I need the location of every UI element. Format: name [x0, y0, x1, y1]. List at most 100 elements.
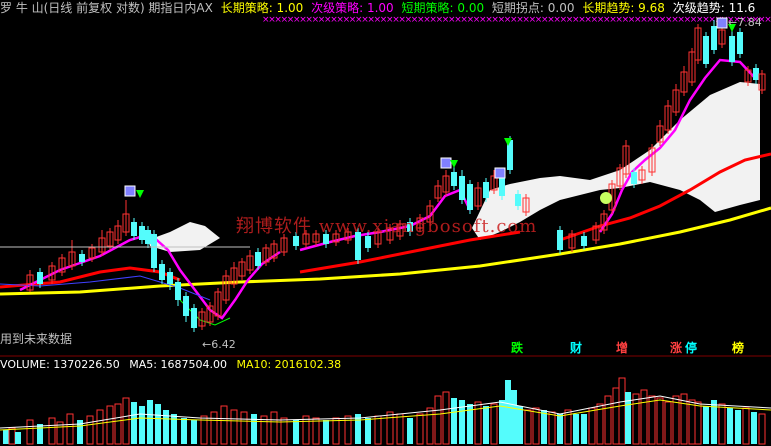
- volume-bar: [240, 411, 248, 445]
- volume-bar: [3, 430, 9, 444]
- candle-body: [737, 32, 743, 54]
- volume-bar: [86, 415, 94, 445]
- tag-rise[interactable]: 涨: [668, 340, 684, 356]
- volume-bar: [293, 420, 299, 444]
- candle-body: [159, 264, 165, 280]
- candle-body: [515, 194, 521, 206]
- candle-body: [703, 36, 709, 64]
- volume-bar: [517, 406, 523, 444]
- volume-bar: [147, 400, 153, 444]
- volume-bar: [604, 395, 612, 445]
- candle-body: [483, 182, 489, 198]
- volume-bar: [524, 409, 532, 445]
- volume-bar: [106, 405, 114, 445]
- volume-bar: [122, 397, 130, 445]
- volume-bar: [365, 418, 371, 444]
- candle-body: [557, 230, 563, 250]
- volume-bar: [48, 417, 56, 445]
- stock-chart-window: 罗 牛 山(日线 前复权 对数) 期指日内AX 长期策略: 1.00 次级策略:…: [0, 0, 771, 446]
- tag-increase[interactable]: 增: [614, 340, 630, 356]
- volume-bar: [374, 415, 382, 445]
- volume-bar: [588, 407, 596, 445]
- volume-bar: [270, 411, 278, 445]
- candle-body: [175, 282, 181, 300]
- volume-bar: [155, 404, 161, 444]
- volume-bar: [511, 390, 517, 444]
- volume-bar: [532, 407, 540, 445]
- volume-bar: [312, 417, 320, 445]
- volume-header: VOLUME: 1370226.50 MA5: 1687504.00 MA10:…: [0, 358, 347, 372]
- volume-bar: [131, 402, 137, 444]
- volume-bar: [15, 432, 21, 444]
- candle-body: [167, 272, 173, 284]
- volume-bar: [541, 410, 547, 444]
- watermark-text: 翔博软件 www.xiangbosoft.com: [236, 216, 538, 237]
- volume-bar: [688, 399, 696, 445]
- volume-bar: [181, 418, 187, 444]
- volume-bar: [332, 417, 340, 445]
- volume-bar: [114, 403, 122, 445]
- volume-bar: [548, 411, 556, 445]
- volume-bar: [426, 407, 434, 445]
- volume-bar: [648, 395, 656, 445]
- shield-icon: [440, 157, 452, 169]
- volume-bar: [8, 427, 16, 445]
- volume-bar: [664, 401, 672, 445]
- candle-body: [753, 68, 759, 80]
- candle-body: [183, 296, 189, 316]
- volume-bar: [96, 409, 104, 445]
- candle-body: [581, 236, 587, 246]
- volume-bar: [573, 414, 579, 444]
- volume-bar: [302, 415, 310, 445]
- shield-icon: [494, 167, 506, 179]
- candle-body: [131, 222, 137, 236]
- tag-list[interactable]: 榜: [730, 340, 746, 356]
- volume-bar: [742, 407, 750, 445]
- tag-finance[interactable]: 财: [568, 340, 584, 356]
- volume-bar: [581, 414, 587, 444]
- candle-body: [711, 26, 717, 50]
- candle-body: [145, 230, 151, 244]
- volume-bar: [230, 409, 238, 445]
- volume-value: VOLUME: 1370226.50: [0, 358, 120, 371]
- volume-bar: [758, 413, 766, 445]
- tag-fall[interactable]: 跌: [509, 340, 525, 356]
- shield-icon: [124, 185, 136, 197]
- volume-bar: [735, 410, 741, 444]
- volume-bar: [718, 403, 726, 445]
- candle-body: [79, 254, 85, 262]
- volume-bar: [618, 377, 626, 445]
- volume-ma10: MA10: 2016102.38: [236, 358, 342, 371]
- tag-limit[interactable]: 停: [683, 340, 699, 356]
- volume-bar: [505, 380, 511, 444]
- volume-bar: [703, 406, 709, 444]
- volume-bar: [451, 398, 457, 444]
- volume-bar: [434, 395, 442, 445]
- volume-bar: [210, 411, 218, 445]
- apple-icon: [600, 192, 612, 204]
- volume-bar: [407, 418, 413, 444]
- high-price-value: 7.84: [737, 16, 762, 29]
- candle-body: [631, 172, 637, 184]
- low-price-label: ←6.42: [202, 338, 236, 351]
- volume-bar: [557, 414, 563, 444]
- moving-average-lines: [0, 58, 771, 326]
- volume-bar: [727, 408, 733, 444]
- volume-bar: [656, 397, 664, 445]
- volume-bar: [191, 420, 197, 444]
- volume-bar: [26, 419, 34, 445]
- volume-bar: [220, 405, 228, 445]
- volume-bar: [37, 424, 43, 444]
- shield-icon: [716, 17, 728, 29]
- candle-body: [729, 36, 735, 62]
- volume-bar: [632, 393, 640, 445]
- volume-bar: [323, 420, 329, 444]
- volume-bar: [483, 406, 489, 444]
- future-data-note: 用到未来数据: [0, 332, 73, 346]
- volume-ma5: MA5: 1687504.00: [129, 358, 227, 371]
- candle-body: [459, 176, 465, 200]
- volume-bars: [3, 377, 766, 445]
- candle-body: [151, 234, 157, 268]
- volume-bar: [694, 401, 702, 445]
- volume-bar: [625, 392, 631, 444]
